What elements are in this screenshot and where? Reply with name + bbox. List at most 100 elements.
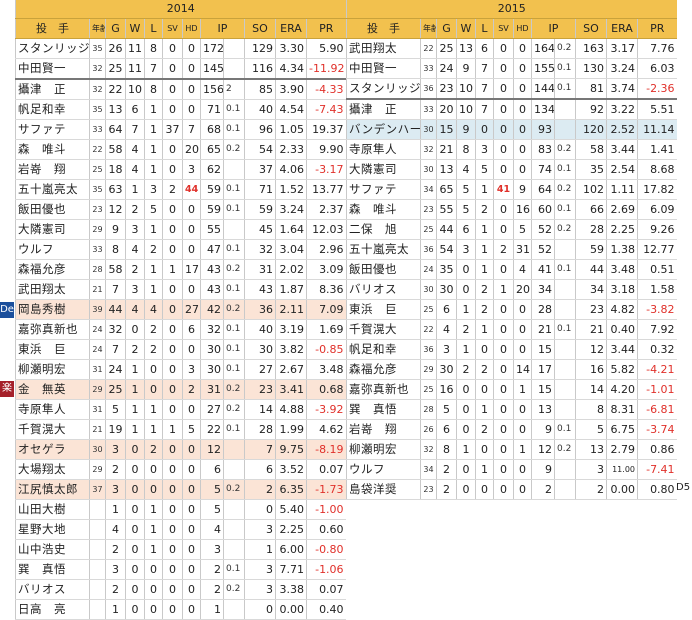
pitching-runs: 7.09 [305,299,346,320]
strikeouts: 27 [244,359,276,380]
losses: 1 [144,139,163,160]
pitching-runs: 0.86 [636,439,677,460]
holds: 0 [182,199,201,220]
era: 1.52 [275,179,307,200]
strikeouts: 0 [244,599,276,620]
games: 13 [105,99,126,120]
innings: 52 [531,219,555,240]
holds: 0 [182,279,201,300]
losses: 3 [475,139,494,160]
strikeouts: 14 [575,379,607,400]
innings: 52 [531,239,555,260]
losses: 7 [144,58,163,80]
player-age: 25 [420,379,437,400]
era: 4.06 [275,159,307,180]
player-age [89,539,106,560]
table-row: 日高 亮 1 0 0 0 0 1 0 0.00 0.40 [15,599,346,620]
year-label: 2015 [345,0,677,19]
holds: 6 [182,319,201,340]
player-name: 森福允彦 [15,259,90,280]
innings: 68 [200,119,224,140]
table-row: 飯田優也 23 12 2 5 0 0 59 0.1 59 3.24 2.37 [15,199,346,220]
holds: 0 [182,219,201,240]
wins: 2 [456,359,476,380]
innings-fraction [223,219,245,240]
holds: 3 [182,159,201,180]
innings-fraction: 0.2 [223,259,245,280]
innings: 134 [531,98,555,120]
player-age: 36 [420,339,437,360]
table-body-2015: 武田翔太 22 25 13 6 0 0 164 0.2 163 3.17 7.76 中田賢一 33 24 9 7… [346,38,677,500]
saves: 0 [493,98,514,120]
losses: 1 [144,399,163,420]
table-row: サファテ 34 65 5 1 41 9 64 0.2 102 1.11 17.82 [346,179,677,200]
innings: 31 [200,379,224,400]
col-age: 年齢 [420,18,437,39]
pitching-runs: -4.21 [636,359,677,380]
col-name: 投 手 [346,18,421,39]
player-name: 嘉弥真新也 [346,379,421,400]
innings-fraction [223,519,245,540]
table-row: 攝津 正 33 20 10 7 0 0 134 92 3.22 5.51 [346,98,677,120]
table-row: 武田翔太 21 7 3 1 0 0 43 0.1 43 1.87 8.36 [15,279,346,300]
innings-fraction: 0.1 [554,78,576,100]
saves: 0 [493,479,514,500]
losses: 1 [144,519,163,540]
games: 44 [436,219,457,240]
holds: 9 [513,179,532,200]
innings: 145 [200,58,224,80]
innings-fraction [554,339,576,360]
era: 3.24 [606,58,638,79]
player-name: 岩嵜 翔 [15,159,90,180]
wins: 10 [456,98,476,120]
innings: 43 [200,259,224,280]
col-w: W [456,18,476,39]
table-row: スタンリッジ 35 26 11 8 0 0 172 129 3.30 5.90 [15,38,346,59]
player-name: 帆足和幸 [346,339,421,360]
games: 16 [436,379,457,400]
holds: 20 [513,279,532,300]
strikeouts: 130 [575,58,607,79]
losses: 1 [144,159,163,180]
games: 22 [105,78,126,100]
innings-fraction [554,379,576,400]
strikeouts: 58 [575,139,607,160]
player-age: 30 [420,159,437,180]
holds: 0 [182,239,201,260]
innings-fraction: 0.1 [223,359,245,380]
losses: 1 [144,499,163,520]
wins: 4 [125,239,145,260]
player-age: 21 [89,279,106,300]
player-name: 江尻慎太郎 [15,479,90,500]
innings-fraction: 0.1 [554,319,576,340]
holds: 27 [182,299,201,320]
saves: 0 [493,219,514,240]
wins: 0 [125,559,145,580]
saves: 0 [493,139,514,160]
table-row: バリオス 2 0 0 0 0 2 0.2 3 3.38 0.07 [15,579,346,600]
player-age: 29 [89,219,106,240]
era: 6.75 [606,419,638,440]
wins: 5 [456,199,476,220]
holds: 0 [513,459,532,480]
player-name: 寺原隼人 [346,139,421,160]
pitching-runs: 0.68 [305,379,346,400]
table-row: 攝津 正 32 22 10 8 0 0 156 2 85 3.90 -4.33 [15,78,346,100]
pitching-runs: 6.09 [636,199,677,220]
holds: 0 [182,479,201,500]
saves: 1 [162,259,183,280]
player-age: 33 [420,58,437,79]
games: 3 [105,479,126,500]
era: 0.40 [606,319,638,340]
saves: 0 [493,299,514,320]
losses: 0 [144,579,163,600]
losses: 5 [475,159,494,180]
saves: 0 [162,479,183,500]
pitching-runs: -3.92 [305,399,346,420]
holds: 0 [182,519,201,540]
games: 7 [105,279,126,300]
saves: 0 [493,38,514,59]
losses: 4 [144,299,163,320]
col-sv: SV [162,18,183,39]
pitching-runs: -1.06 [305,559,346,580]
